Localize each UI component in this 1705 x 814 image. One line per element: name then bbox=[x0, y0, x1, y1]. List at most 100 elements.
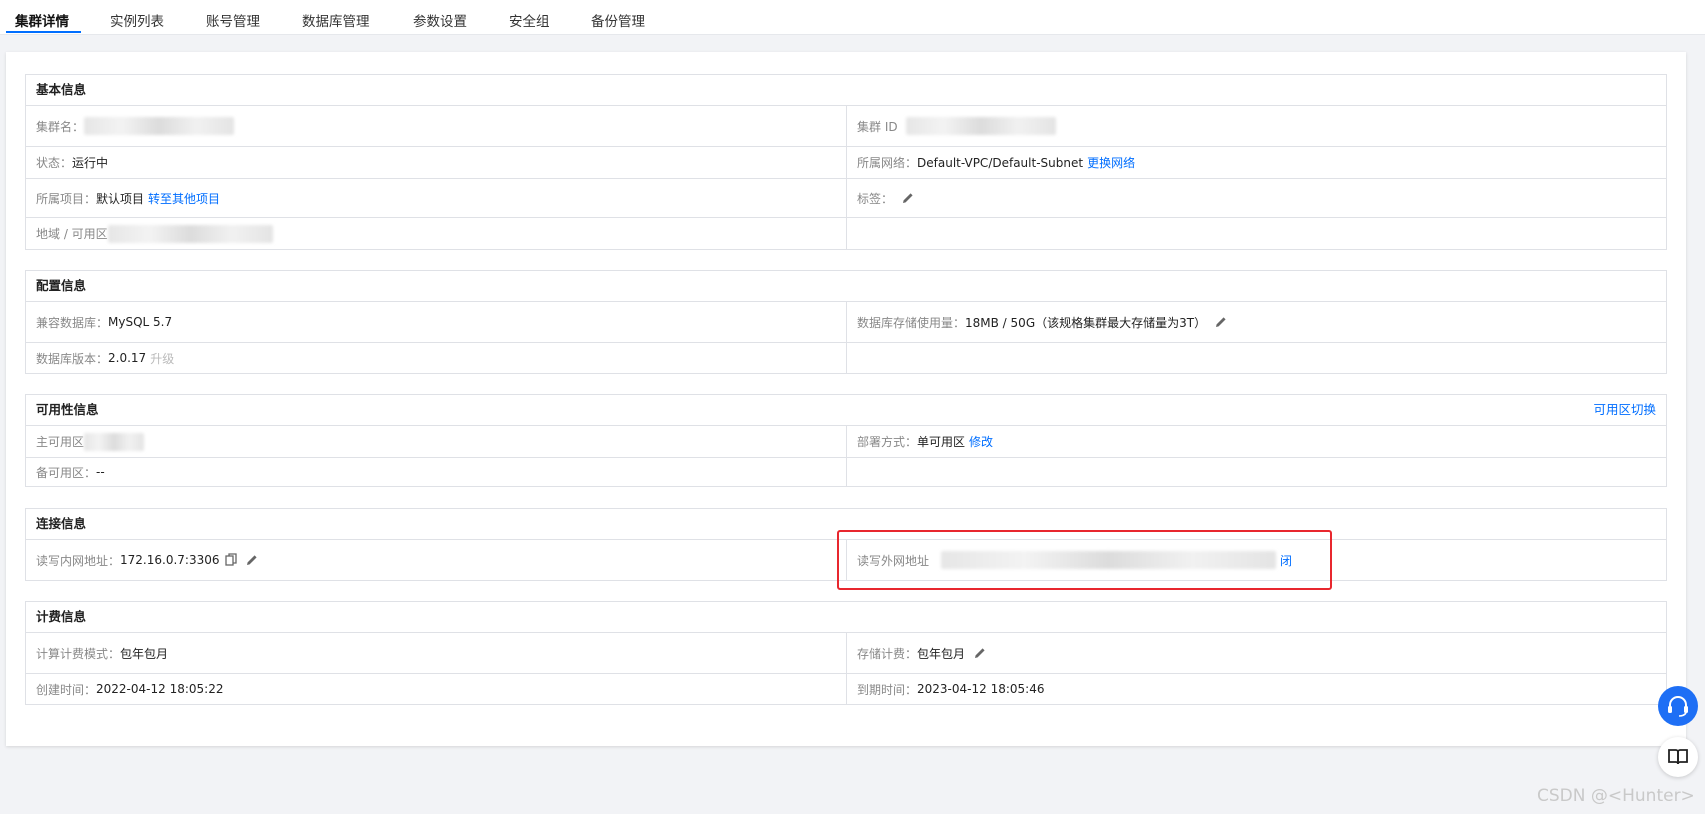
db-type-value: MySQL 5.7 bbox=[108, 315, 173, 329]
edit-storage-icon[interactable] bbox=[1214, 315, 1228, 329]
backup-zone-cell: 备可用区： -- bbox=[26, 458, 846, 486]
created-time-value: 2022-04-12 18:05:22 bbox=[96, 682, 224, 696]
redacted-region bbox=[107, 224, 273, 243]
deploy-mode-label: 部署方式： bbox=[857, 435, 918, 449]
db-version-label: 数据库版本： bbox=[36, 351, 109, 366]
compute-billing-value: 包年包月 bbox=[120, 646, 169, 661]
tab-parameter-settings[interactable]: 参数设置 bbox=[413, 10, 467, 30]
region-cell: 地域 / 可用区 bbox=[26, 218, 846, 249]
availability-info-section: 可用性信息 可用区切换 主可用区 部署方式： 单可用区 修改 备可用区： -- bbox=[25, 394, 1667, 487]
section-title: 计费信息 bbox=[26, 602, 1666, 633]
docs-button[interactable] bbox=[1658, 737, 1698, 777]
network-label: 所属网络： bbox=[857, 156, 918, 170]
redacted-cluster-id bbox=[905, 117, 1056, 135]
backup-zone-label: 备可用区： bbox=[36, 465, 97, 480]
table-row: 所属项目： 默认项目 转至其他项目 标签： bbox=[26, 179, 1666, 218]
tab-bar: 集群详情 实例列表 账号管理 数据库管理 参数设置 安全组 备份管理 bbox=[0, 0, 1705, 35]
tab-backup-management[interactable]: 备份管理 bbox=[591, 10, 645, 30]
tag-cell: 标签： bbox=[846, 179, 1666, 217]
detail-panel: 基本信息 集群名： 集群 ID 状态： 运行中 所属网络： Default-VP… bbox=[6, 52, 1686, 746]
db-version-value: 2.0.17 bbox=[108, 351, 147, 365]
zone-switch-link[interactable]: 可用区切换 bbox=[1593, 395, 1656, 425]
storage-usage-cell: 数据库存储使用量： 18MB / 50G（该规格集群最大存储量为3T） bbox=[846, 302, 1666, 342]
tag-label: 标签： bbox=[857, 191, 894, 206]
redacted-cluster-name bbox=[84, 117, 235, 135]
edit-storage-billing-icon[interactable] bbox=[973, 646, 987, 660]
backup-zone-value: -- bbox=[96, 465, 105, 479]
status-value: 运行中 bbox=[72, 156, 109, 170]
inner-address-label: 读写内网地址： bbox=[36, 553, 121, 568]
copy-icon[interactable] bbox=[225, 553, 238, 567]
section-title-text: 可用性信息 bbox=[36, 402, 99, 417]
cluster-name-cell: 集群名： bbox=[26, 106, 846, 146]
headset-icon bbox=[1668, 696, 1688, 717]
storage-billing-label: 存储计费： bbox=[857, 646, 918, 661]
config-info-section: 配置信息 兼容数据库： MySQL 5.7 数据库存储使用量： 18MB / 5… bbox=[25, 270, 1667, 374]
table-row: 集群名： 集群 ID bbox=[26, 106, 1666, 147]
compute-billing-label: 计算计费模式： bbox=[36, 646, 121, 661]
primary-zone-cell: 主可用区 bbox=[26, 426, 846, 457]
customer-service-button[interactable] bbox=[1658, 686, 1698, 726]
basic-info-section: 基本信息 集群名： 集群 ID 状态： 运行中 所属网络： Default-VP… bbox=[25, 74, 1667, 250]
empty-cell bbox=[846, 343, 1666, 373]
expire-time-cell: 到期时间： 2023-04-12 18:05:46 bbox=[846, 674, 1666, 704]
book-icon bbox=[1668, 749, 1688, 765]
storage-billing-cell: 存储计费： 包年包月 bbox=[846, 633, 1666, 673]
storage-usage-value: 18MB / 50G（该规格集群最大存储量为3T） bbox=[965, 315, 1207, 330]
expire-time-value: 2023-04-12 18:05:46 bbox=[917, 682, 1045, 696]
expire-time-label: 到期时间： bbox=[857, 682, 918, 697]
table-row: 创建时间： 2022-04-12 18:05:22 到期时间： 2023-04-… bbox=[26, 674, 1666, 704]
table-row: 兼容数据库： MySQL 5.7 数据库存储使用量： 18MB / 50G（该规… bbox=[26, 302, 1666, 343]
upgrade-link[interactable]: 升级 bbox=[150, 350, 174, 367]
billing-info-section: 计费信息 计算计费模式： 包年包月 存储计费： 包年包月 创建时间： 2022-… bbox=[25, 601, 1667, 705]
cluster-name-label: 集群名： bbox=[36, 119, 85, 134]
primary-zone-label: 主可用区 bbox=[36, 435, 85, 449]
tab-account-management[interactable]: 账号管理 bbox=[206, 10, 260, 30]
empty-cell bbox=[846, 218, 1666, 249]
created-time-cell: 创建时间： 2022-04-12 18:05:22 bbox=[26, 674, 846, 704]
watermark: CSDN @<Hunter> bbox=[1537, 786, 1695, 806]
status-cell: 状态： 运行中 bbox=[26, 147, 846, 178]
table-row: 计算计费模式： 包年包月 存储计费： 包年包月 bbox=[26, 633, 1666, 674]
region-label: 地域 / 可用区 bbox=[36, 227, 108, 241]
deploy-mode-cell: 部署方式： 单可用区 修改 bbox=[846, 426, 1666, 457]
active-tab-indicator bbox=[6, 31, 81, 33]
storage-usage-label: 数据库存储使用量： bbox=[857, 315, 966, 330]
highlight-box bbox=[837, 530, 1332, 590]
move-project-link[interactable]: 转至其他项目 bbox=[148, 190, 220, 207]
table-row: 主可用区 部署方式： 单可用区 修改 bbox=[26, 426, 1666, 458]
project-label: 所属项目： bbox=[36, 191, 97, 206]
table-row: 数据库版本： 2.0.17 升级 bbox=[26, 343, 1666, 373]
tab-cluster-detail[interactable]: 集群详情 bbox=[15, 10, 69, 30]
inner-address-value: 172.16.0.7:3306 bbox=[120, 553, 220, 567]
section-title: 配置信息 bbox=[26, 271, 1666, 302]
section-title: 可用性信息 可用区切换 bbox=[26, 395, 1666, 426]
db-version-cell: 数据库版本： 2.0.17 升级 bbox=[26, 343, 846, 373]
db-type-cell: 兼容数据库： MySQL 5.7 bbox=[26, 302, 846, 342]
status-label: 状态： bbox=[36, 156, 73, 170]
project-cell: 所属项目： 默认项目 转至其他项目 bbox=[26, 179, 846, 217]
cluster-id-label: 集群 ID bbox=[857, 119, 898, 134]
network-cell: 所属网络： Default-VPC/Default-Subnet 更换网络 bbox=[846, 147, 1666, 178]
tab-instance-list[interactable]: 实例列表 bbox=[110, 10, 164, 30]
created-time-label: 创建时间： bbox=[36, 682, 97, 697]
section-title: 基本信息 bbox=[26, 75, 1666, 106]
tab-security-group[interactable]: 安全组 bbox=[509, 10, 550, 30]
tab-database-management[interactable]: 数据库管理 bbox=[302, 10, 370, 30]
empty-cell bbox=[846, 458, 1666, 486]
db-type-label: 兼容数据库： bbox=[36, 315, 109, 330]
redacted-primary-zone bbox=[84, 432, 145, 451]
edit-tag-icon[interactable] bbox=[901, 191, 915, 205]
deploy-mode-value: 单可用区 bbox=[917, 435, 966, 449]
table-row: 备可用区： -- bbox=[26, 458, 1666, 486]
inner-address-cell: 读写内网地址： 172.16.0.7:3306 bbox=[26, 540, 846, 580]
network-value: Default-VPC/Default-Subnet bbox=[917, 155, 1084, 170]
cluster-id-cell: 集群 ID bbox=[846, 106, 1666, 146]
compute-billing-cell: 计算计费模式： 包年包月 bbox=[26, 633, 846, 673]
change-network-link[interactable]: 更换网络 bbox=[1087, 154, 1135, 171]
table-row: 地域 / 可用区 bbox=[26, 218, 1666, 249]
modify-deploy-link[interactable]: 修改 bbox=[969, 433, 993, 450]
edit-inner-address-icon[interactable] bbox=[245, 553, 259, 567]
storage-billing-value: 包年包月 bbox=[917, 646, 966, 661]
project-value: 默认项目 bbox=[96, 191, 145, 206]
